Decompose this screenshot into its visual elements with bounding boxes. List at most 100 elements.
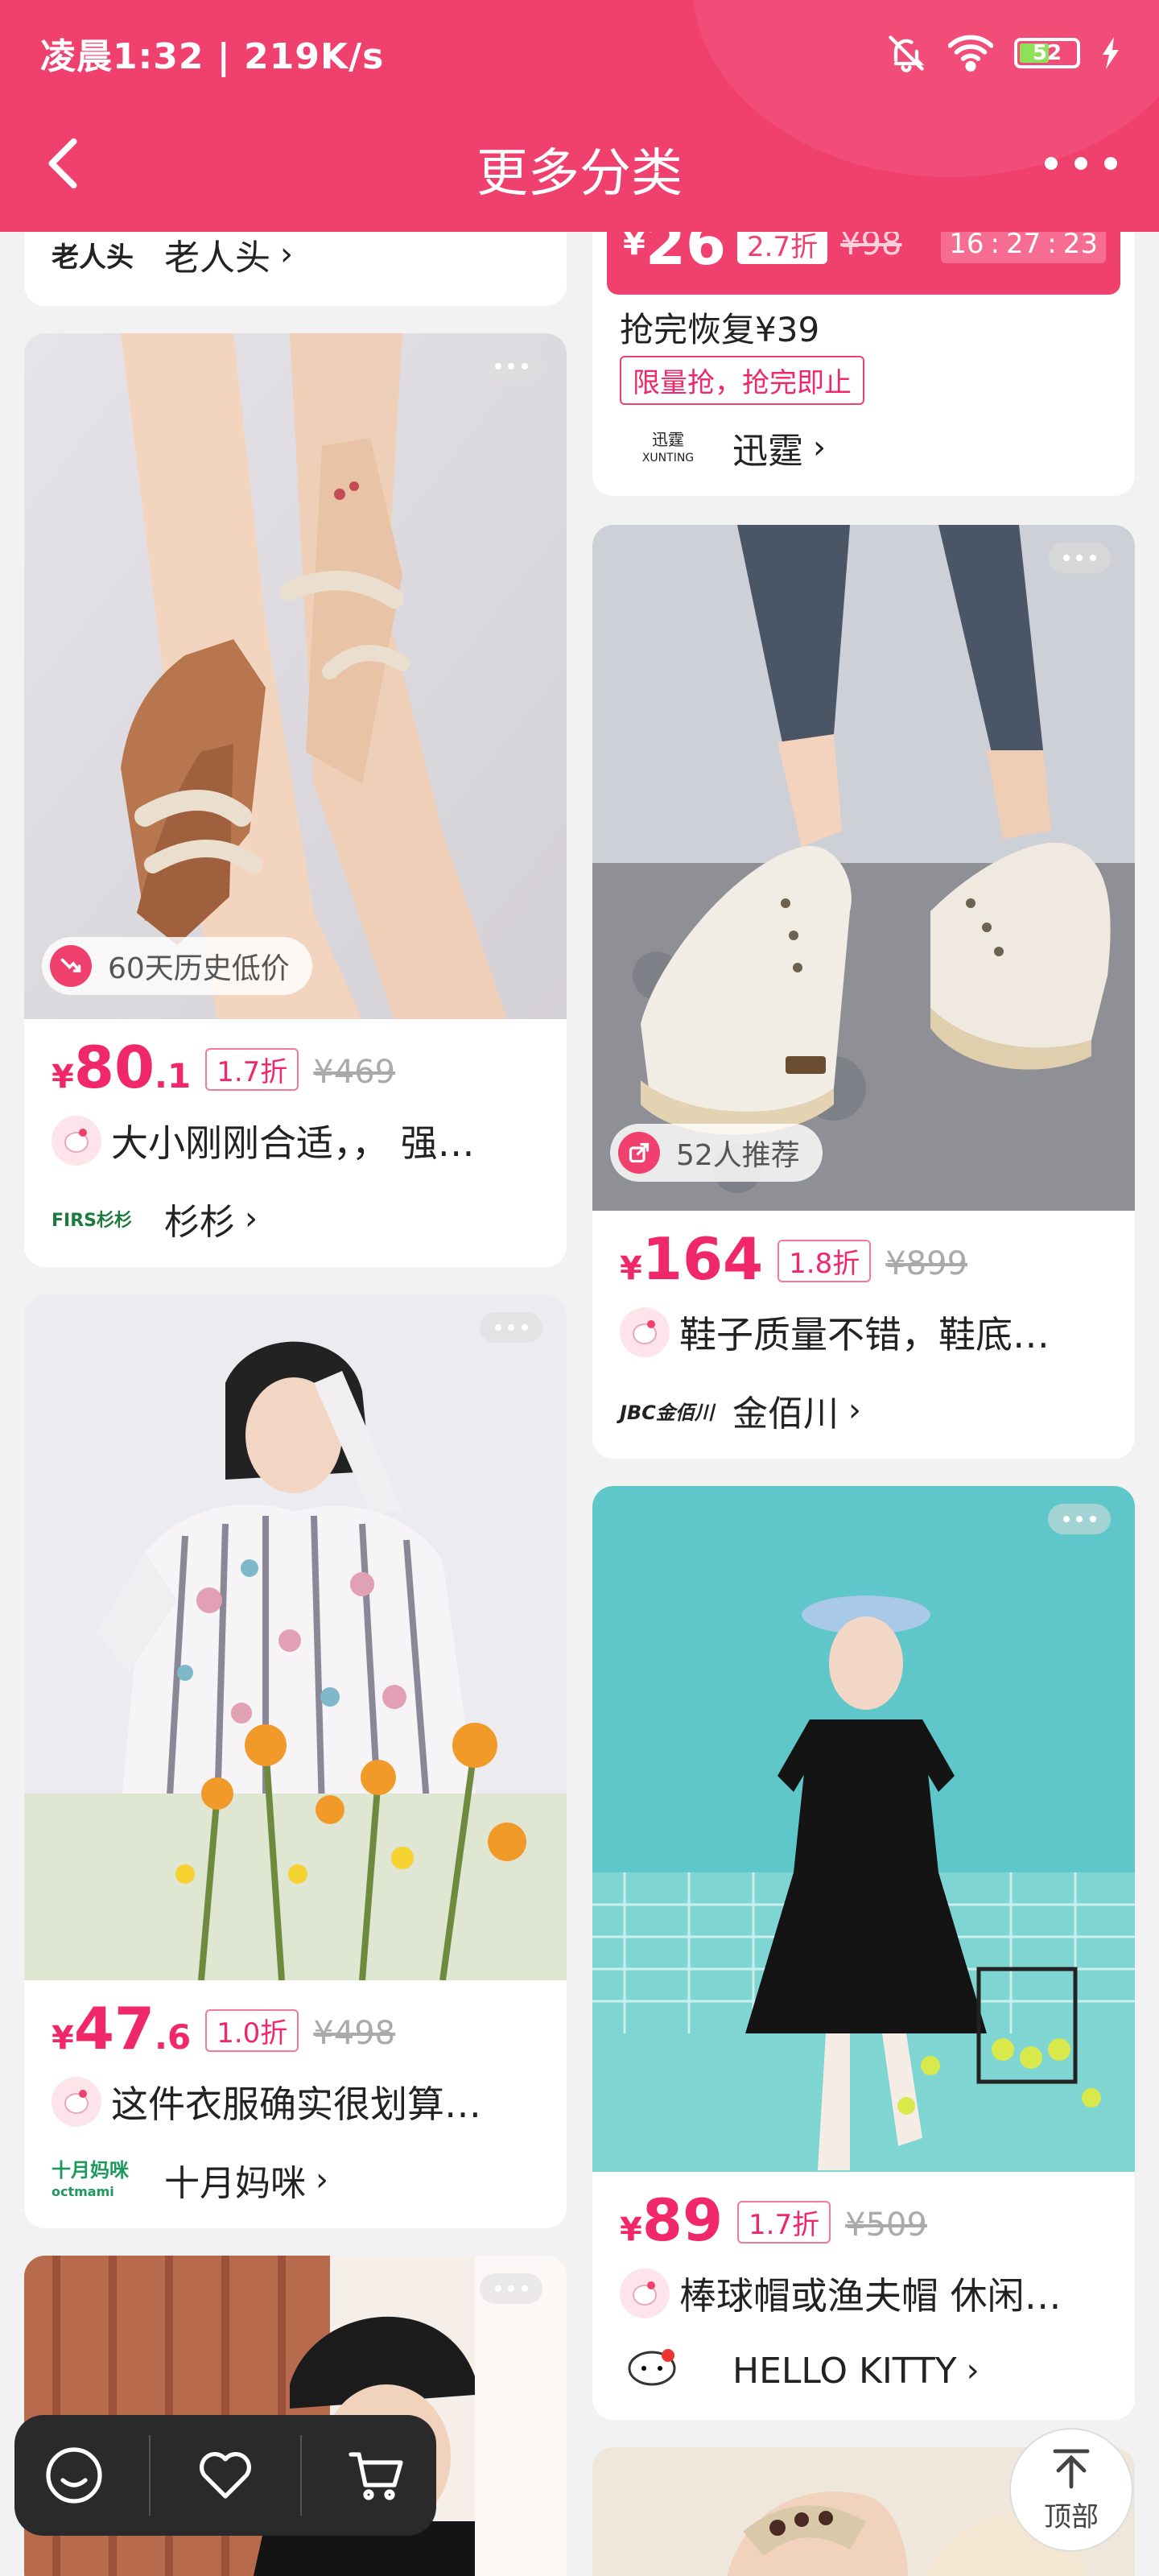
chevron-right-icon: ›: [280, 236, 293, 273]
sneakers-photo: [592, 525, 1135, 1211]
price-row: ¥ 164 1.8折 ¥899: [620, 1225, 967, 1293]
hello-kitty-logo-icon: [620, 2346, 716, 2396]
chevron-right-icon: ›: [813, 429, 826, 466]
currency: ¥: [52, 1059, 74, 1096]
discount-tag: 1.7折: [205, 1048, 299, 1091]
dress-photo: [592, 1486, 1135, 2172]
trend-down-icon: [50, 945, 92, 987]
price-integer: 164: [641, 1225, 764, 1293]
brand-logo-text: 十月妈咪: [52, 2159, 129, 2182]
brand-logo: JBC金佰川: [620, 1401, 714, 1424]
recommend-badge: 52人推荐: [610, 1124, 823, 1182]
brand-logo-subtext: XUNTING: [641, 452, 695, 464]
brand-row[interactable]: 十月妈咪 octmami 十月妈咪 ›: [52, 2154, 328, 2206]
review-text: 棒球帽或渔夫帽 休闲…: [679, 2274, 1062, 2318]
cart-button[interactable]: [332, 2431, 421, 2520]
brand-row[interactable]: FIRS杉杉 杉杉 ›: [52, 1193, 258, 1245]
price-row: ¥ 89 1.7折 ¥509: [620, 2186, 927, 2254]
product-image: 60天历史低价: [24, 333, 567, 1019]
brand-logo: 老人头: [52, 241, 134, 274]
brand-name: 十月妈咪: [164, 2163, 306, 2204]
product-image: [592, 1486, 1135, 2172]
discount-tag: 1.8折: [777, 1240, 872, 1282]
top-header: 凌晨1:32 | 219K/s 52 更多分类: [0, 0, 1159, 232]
brand-name: HELLO KITTY: [732, 2350, 957, 2392]
brand-name: 迅霆: [732, 431, 803, 472]
back-to-top-button[interactable]: 顶部: [1009, 2428, 1133, 2552]
price-row: ¥ 80 .1 1.7折 ¥469: [52, 1034, 395, 1101]
more-options-button[interactable]: [1045, 151, 1117, 175]
brand-row[interactable]: HELLO KITTY ›: [620, 2346, 980, 2396]
original-price: ¥469: [313, 1054, 396, 1091]
smile-icon: [46, 2447, 102, 2504]
price-integer: 80: [73, 1034, 155, 1101]
currency: ¥: [620, 2211, 642, 2248]
original-price: ¥899: [885, 1245, 968, 1282]
chevron-right-icon: ›: [848, 1392, 861, 1429]
currency: ¥: [52, 2020, 74, 2057]
more-dots-button[interactable]: [480, 1312, 542, 1343]
brand-name: 金佰川: [732, 1393, 839, 1435]
review-row: 棒球帽或渔夫帽 休闲…: [620, 2267, 1107, 2320]
sandals-photo: [24, 333, 567, 1019]
badge-text: 52人推荐: [676, 1139, 800, 1172]
arrow-up-icon: [1053, 2449, 1090, 2488]
brand-row[interactable]: JBC金佰川 金佰川 ›: [620, 1385, 861, 1436]
hello-kitty-avatar-icon: [52, 2077, 101, 2127]
more-dots-button[interactable]: [1048, 1504, 1111, 1534]
brand-row[interactable]: 迅霆 XUNTING 迅霆 ›: [620, 422, 826, 473]
countdown-minutes: 27: [1006, 228, 1041, 260]
brand-logo: FIRS杉杉: [52, 1211, 132, 1231]
history-low-price-badge: 60天历史低价: [42, 937, 312, 995]
charging-icon: [1103, 37, 1119, 69]
product-card-dress[interactable]: ¥ 89 1.7折 ¥509 棒球帽或渔夫帽 休闲… HELLO KITTY ›: [592, 1486, 1135, 2420]
chevron-right-icon: ›: [316, 2161, 328, 2198]
price-decimal: .6: [155, 2017, 192, 2057]
discount-tag: 1.0折: [205, 2009, 299, 2052]
discount-tag: 1.7折: [737, 2201, 831, 2244]
limit-tag: 限量抢，抢完即止: [620, 356, 864, 405]
review-row: 鞋子质量不错，鞋底…: [620, 1306, 1107, 1359]
favorite-button[interactable]: [181, 2431, 270, 2520]
brand-logo-subtext: octmami: [52, 2184, 114, 2199]
mute-bell-icon: [889, 35, 925, 72]
more-dots-button[interactable]: [1048, 543, 1111, 573]
cart-icon: [349, 2452, 403, 2500]
price-row: ¥ 47 .6 1.0折 ¥498: [52, 1995, 395, 2062]
blouse-photo: [24, 1294, 567, 1980]
hello-kitty-avatar-icon: [620, 2268, 670, 2318]
brand-logo: 迅霆 XUNTING: [620, 431, 716, 464]
page-title: 更多分类: [476, 144, 683, 204]
product-card-blouse[interactable]: ¥ 47 .6 1.0折 ¥498 这件衣服确实很划算… 十月妈咪 octmam…: [24, 1294, 567, 2228]
hello-kitty-avatar-icon: [620, 1307, 670, 1357]
product-card-xunting[interactable]: ¥ 26 2.7折 ¥98 16 : 27 : 23 抢完恢复¥39 限量抢，抢…: [592, 193, 1135, 496]
more-dots-button[interactable]: [480, 2273, 542, 2304]
status-icons: 52: [885, 32, 1120, 74]
review-text: 大小刚刚合适，， 强…: [111, 1121, 475, 1165]
wifi-icon: [948, 35, 993, 72]
product-card-sandals[interactable]: 60天历史低价 ¥ 80 .1 1.7折 ¥469 大小刚刚合适，， 强… FI…: [24, 333, 567, 1267]
product-image: 52人推荐: [592, 525, 1135, 1211]
review-row: 大小刚刚合适，， 强…: [52, 1114, 539, 1167]
original-price: ¥498: [313, 2015, 396, 2052]
brand-row[interactable]: 老人头 老人头 ›: [52, 229, 293, 280]
badge-text: 60天历史低价: [108, 952, 290, 985]
battery-indicator: 52: [1014, 38, 1080, 68]
emoji-button[interactable]: [30, 2431, 118, 2520]
divider: [300, 2435, 302, 2516]
product-card-sneakers[interactable]: 52人推荐 ¥ 164 1.8折 ¥899 鞋子质量不错，鞋底… JBC金佰川 …: [592, 525, 1135, 1459]
price-decimal: .1: [155, 1056, 192, 1096]
chevron-right-icon: ›: [245, 1200, 258, 1237]
brand-name: 杉杉: [164, 1202, 235, 1243]
review-text: 这件衣服确实很划算…: [111, 2083, 481, 2126]
review-row: 这件衣服确实很划算…: [52, 2075, 539, 2128]
price-integer: 47: [73, 1995, 155, 2062]
divider: [149, 2435, 151, 2516]
restock-text: 抢完恢复¥39: [620, 310, 820, 349]
heart-icon: [200, 2452, 251, 2499]
brand-logo: 十月妈咪 octmami: [52, 2161, 148, 2199]
original-price: ¥509: [845, 2207, 927, 2244]
more-dots-button[interactable]: [480, 351, 542, 382]
currency: ¥: [620, 1250, 642, 1287]
countdown-seconds: 23: [1062, 228, 1098, 260]
